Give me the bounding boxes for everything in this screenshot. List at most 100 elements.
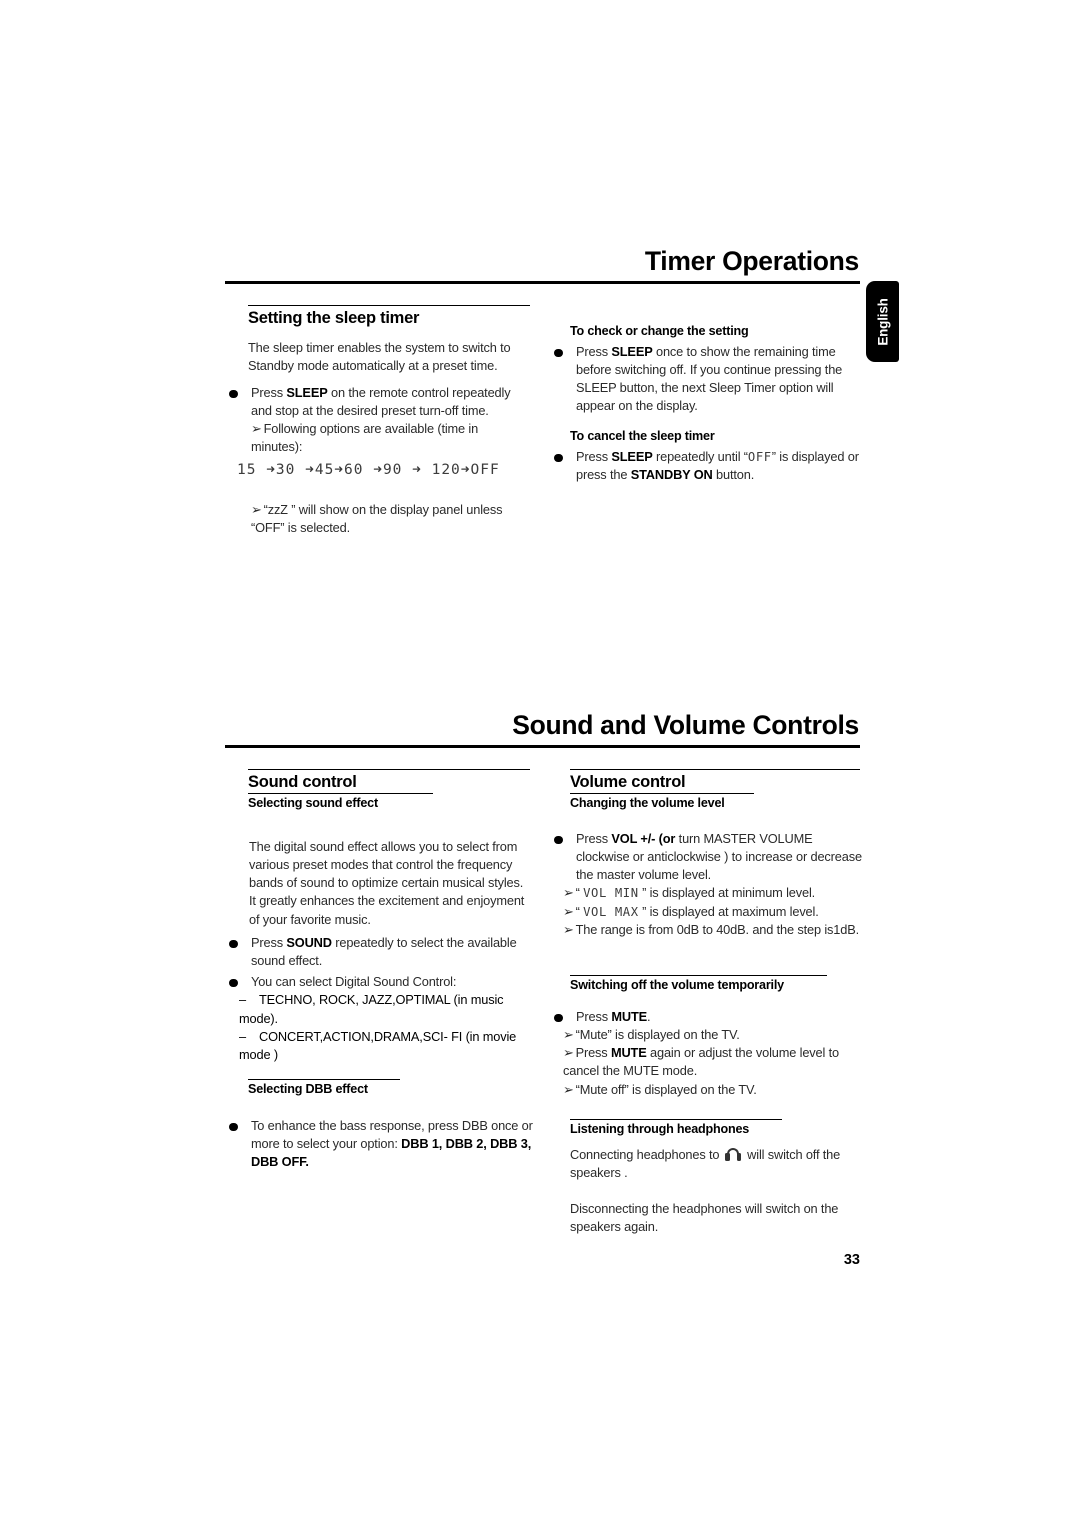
arrow-right-icon: ➢: [563, 885, 574, 901]
sound-intro-block: The digital sound effect allows you to s…: [249, 838, 531, 929]
dash-marker: –: [239, 1028, 246, 1044]
cancel-mid: repeatedly until “: [652, 449, 748, 464]
bullet-press-sound: Press SOUND repeatedly to select the ava…: [226, 934, 533, 970]
subheading-cancel-sleep-timer: To cancel the sleep timer: [570, 429, 715, 443]
dbb-head-block: Selecting DBB effect: [248, 1079, 530, 1097]
bullet-press-sleep: Press SLEEP on the remote control repeat…: [226, 384, 531, 537]
timer-right-bullet-2: Press SLEEP repeatedly until “OFF” is di…: [551, 448, 863, 484]
bullet-dot-icon: [229, 1122, 238, 1131]
chapter-sound-volume-controls: Sound and Volume Controls: [225, 710, 860, 748]
language-tab: English: [866, 281, 899, 362]
sleep-timer-sequence: 15 ➜30 ➜45➜60 ➜90 ➜ 120➜OFF: [237, 461, 500, 478]
subheading-selecting-dbb-effect: Selecting DBB effect: [248, 1082, 368, 1096]
bullet-dot-icon: [554, 348, 563, 357]
timer-left-column: Setting the sleep timer The sleep timer …: [248, 305, 530, 375]
headphones-icon: [725, 1148, 742, 1161]
bullet-press-vol: Press VOL +/- (or turn MASTER VOLUME clo…: [551, 830, 863, 939]
mute-keyword: MUTE: [611, 1009, 648, 1024]
timer-right-column: To check or change the setting: [570, 322, 860, 339]
cancel-lcd-off: OFF: [747, 450, 772, 464]
manual-page: English Timer Operations Setting the sle…: [0, 0, 1080, 1528]
arrow-right-icon: ➢: [251, 501, 262, 517]
arrow-right-icon: ➢: [563, 922, 574, 938]
arrow-right-icon: ➢: [251, 421, 262, 437]
bullet-dot-icon: [554, 453, 563, 462]
volume-bullet-block: Press VOL +/- (or turn MASTER VOLUME clo…: [551, 830, 863, 939]
language-tab-label: English: [875, 297, 890, 346]
sleep-options-note: Following options are available (time in…: [251, 421, 479, 455]
sound-intro: The digital sound effect allows you to s…: [249, 839, 525, 927]
chapter-rule: [225, 280, 860, 284]
press-sleep-keyword: SLEEP: [286, 385, 328, 400]
chapter-title-timer: Timer Operations: [644, 246, 859, 276]
select-dsc-text: You can select Digital Sound Control:: [251, 974, 457, 990]
dsc-movie-modes: CONCERT,ACTION,DRAMA,SCI- FI (in movie m…: [239, 1028, 517, 1062]
headphones-body: Connecting headphones to will switch off…: [570, 1146, 862, 1237]
cancel-pre: Press: [576, 449, 612, 464]
headphones-disconnect-note: Disconnecting the headphones will switch…: [570, 1201, 839, 1235]
heading-setting-the-sleep-timer: Setting the sleep timer: [248, 309, 420, 327]
subheading-listening-through-headphones: Listening through headphones: [570, 1122, 750, 1136]
mute-head-block: Switching off the volume temporarily: [570, 975, 860, 993]
mute-off-note: “Mute off” is displayed on the TV.: [575, 1081, 757, 1097]
timer-left-bullets: Press SLEEP on the remote control repeat…: [226, 384, 531, 537]
headphones-pre: Connecting headphones to: [570, 1147, 723, 1162]
check-setting-pre: Press: [576, 344, 612, 359]
subheading-check-or-change: To check or change the setting: [570, 324, 749, 338]
page-number: 33: [843, 1252, 860, 1268]
volume-control-head-block: Volume control Changing the volume level: [570, 769, 860, 811]
sleep-timer-intro: The sleep timer enables the system to sw…: [248, 339, 511, 374]
bullet-dot-icon: [554, 1013, 563, 1022]
bullet-dbb-options: To enhance the bass response, press DBB …: [226, 1117, 533, 1171]
timer-right-column-2: To cancel the sleep timer: [570, 427, 860, 444]
vol-range-note: The range is from 0dB to 40dB. and the s…: [575, 922, 860, 938]
zzz-display-note: “zzZ ” will show on the display panel un…: [251, 501, 503, 535]
arrow-right-icon: ➢: [563, 1027, 574, 1043]
arrow-right-icon: ➢: [563, 903, 574, 919]
press-sound-keyword: SOUND: [286, 935, 332, 950]
dash-marker: –: [239, 992, 246, 1008]
bullet-press-mute: Press MUTE. ➢ “Mute” is displayed on the …: [551, 1008, 863, 1099]
dbb-bullet: To enhance the bass response, press DBB …: [226, 1117, 533, 1171]
mute-post: .: [647, 1009, 651, 1024]
vol-min-post: ” is displayed at minimum level.: [638, 885, 816, 901]
sound-control-head-block: Sound control Selecting sound effect: [248, 769, 530, 811]
arrow-right-icon: ➢: [563, 1081, 574, 1097]
dsc-music-modes: TECHNO, ROCK, JAZZ,OPTIMAL (in music mod…: [239, 992, 504, 1026]
heading-sound-control: Sound control: [248, 773, 357, 791]
headphones-head-block: Listening through headphones: [570, 1119, 860, 1137]
bullet-check-setting: Press SLEEP once to show the remaining t…: [551, 343, 861, 416]
mute-cancel-pre: Press: [575, 1045, 611, 1061]
vol-pre: Press: [576, 831, 612, 846]
chapter-rule: [225, 744, 860, 748]
bullet-select-dsc: You can select Digital Sound Control: – T…: [226, 973, 533, 1064]
sound-bullets: Press SOUND repeatedly to select the ava…: [226, 934, 533, 1064]
timer-right-bullet-1: Press SLEEP once to show the remaining t…: [551, 343, 861, 416]
vol-min-lcd: VOL MIN: [583, 886, 639, 901]
press-sound-pre: Press: [251, 935, 287, 950]
subheading-switching-off-volume: Switching off the volume temporarily: [570, 978, 784, 992]
check-setting-keyword: SLEEP: [611, 344, 653, 359]
subheading-selecting-sound-effect: Selecting sound effect: [248, 795, 378, 810]
cancel-post: button.: [712, 467, 755, 483]
bullet-cancel-timer: Press SLEEP repeatedly until “OFF” is di…: [551, 448, 863, 484]
press-sleep-pre: Press: [251, 385, 287, 400]
arrow-right-icon: ➢: [563, 1045, 574, 1061]
vol-keyword: VOL +/-: [611, 831, 656, 846]
cancel-keyword-standby: STANDBY ON: [630, 467, 713, 483]
vol-max-lcd: VOL MAX: [583, 904, 639, 919]
bullet-dot-icon: [229, 939, 238, 948]
chapter-title-sound: Sound and Volume Controls: [512, 710, 859, 740]
chapter-timer-operations: Timer Operations: [225, 246, 860, 284]
mute-displayed-note: “Mute” is displayed on the TV.: [575, 1027, 740, 1043]
heading-volume-control: Volume control: [570, 773, 686, 791]
vol-max-pre: “: [575, 903, 584, 919]
mute-pre: Press: [576, 1009, 612, 1024]
mute-bullet-block: Press MUTE. ➢ “Mute” is displayed on the …: [551, 1008, 863, 1099]
subheading-changing-the-volume-level: Changing the volume level: [570, 795, 725, 810]
vol-min-pre: “: [575, 885, 584, 901]
bullet-dot-icon: [554, 835, 563, 844]
cancel-keyword-sleep: SLEEP: [611, 449, 653, 464]
bullet-dot-icon: [229, 389, 238, 398]
vol-keyword-or: (or: [655, 831, 676, 846]
